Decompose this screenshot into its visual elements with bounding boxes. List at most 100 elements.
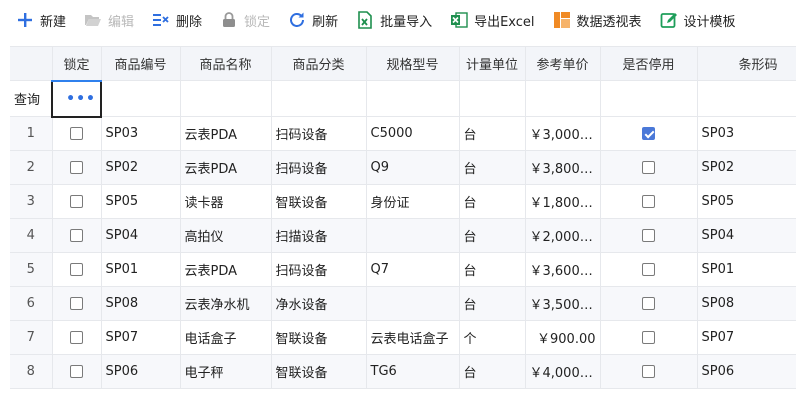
- cell-code[interactable]: SP02: [101, 150, 181, 185]
- cell-code[interactable]: SP01: [101, 252, 181, 287]
- table-row[interactable]: 8 SP06 电子秤 智联设备 TG6 台 ￥4,000.00 SP06: [10, 354, 796, 389]
- cell-price[interactable]: ￥3,600.00: [525, 252, 601, 287]
- cell-name[interactable]: 云表净水机: [180, 286, 272, 321]
- table-row[interactable]: 7 SP07 电话盒子 智联设备 云表电话盒子个 ￥900.00 SP07: [10, 320, 796, 355]
- cell-spec[interactable]: 云表电话盒子: [366, 320, 460, 355]
- disabled-checkbox-cell[interactable]: [600, 218, 698, 253]
- cell-category[interactable]: 扫描设备: [271, 218, 367, 253]
- disabled-checkbox[interactable]: [642, 195, 655, 208]
- cell-barcode[interactable]: SP06: [697, 354, 796, 389]
- disabled-checkbox[interactable]: [642, 263, 655, 276]
- cell-unit[interactable]: 台: [459, 354, 526, 389]
- more-options-icon[interactable]: •••: [66, 91, 96, 107]
- cell-barcode[interactable]: SP03: [697, 116, 796, 151]
- column-header-name[interactable]: 商品名称: [180, 46, 272, 81]
- lock-checkbox[interactable]: [70, 161, 83, 174]
- cell-barcode[interactable]: SP02: [697, 150, 796, 185]
- cell-category[interactable]: 扫码设备: [271, 116, 367, 151]
- cell-price[interactable]: ￥900.00: [525, 320, 601, 355]
- lock-checkbox[interactable]: [70, 195, 83, 208]
- lock-checkbox-cell[interactable]: [52, 286, 102, 321]
- lock-checkbox-cell[interactable]: [52, 320, 102, 355]
- cell-spec[interactable]: [366, 286, 460, 321]
- cell-price[interactable]: ￥3,500.00: [525, 286, 601, 321]
- lock-checkbox-cell[interactable]: [52, 252, 102, 287]
- disabled-checkbox[interactable]: [642, 365, 655, 378]
- cell-barcode[interactable]: SP04: [697, 218, 796, 253]
- delete-button[interactable]: 删除: [152, 11, 202, 30]
- cell-category[interactable]: 扫码设备: [271, 150, 367, 185]
- cell-price[interactable]: ￥4,000.00: [525, 354, 601, 389]
- disabled-checkbox[interactable]: [642, 331, 655, 344]
- cell-unit[interactable]: 个: [459, 320, 526, 355]
- cell-unit[interactable]: 台: [459, 116, 526, 151]
- cell-unit[interactable]: 台: [459, 286, 526, 321]
- cell-spec[interactable]: [366, 218, 460, 253]
- cell-name[interactable]: 高拍仪: [180, 218, 272, 253]
- cell-spec[interactable]: TG6: [366, 354, 460, 389]
- disabled-checkbox-cell[interactable]: [600, 354, 698, 389]
- cell-name[interactable]: 电话盒子: [180, 320, 272, 355]
- table-row[interactable]: 3 SP05 读卡器 智联设备 身份证台 ￥1,800.00 SP05: [10, 184, 796, 219]
- cell-barcode[interactable]: SP05: [697, 184, 796, 219]
- table-row[interactable]: 2 SP02 云表PDA 扫码设备 Q9 台 ￥3,800.00 SP02: [10, 150, 796, 185]
- cell-barcode[interactable]: SP08: [697, 286, 796, 321]
- cell-barcode[interactable]: SP01: [697, 252, 796, 287]
- cell-name[interactable]: 云表PDA: [180, 116, 272, 151]
- lock-button[interactable]: 锁定: [220, 11, 270, 30]
- filter-cell-name[interactable]: [180, 80, 272, 117]
- filter-cell-category[interactable]: [271, 80, 367, 117]
- edit-button[interactable]: 编辑: [84, 11, 134, 30]
- cell-code[interactable]: SP04: [101, 218, 181, 253]
- column-header-barcode[interactable]: 条形码: [697, 46, 796, 81]
- batch-import-button[interactable]: 批量导入: [356, 11, 432, 30]
- new-button[interactable]: 新建: [16, 11, 66, 30]
- lock-checkbox[interactable]: [70, 229, 83, 242]
- lock-checkbox-cell[interactable]: [52, 150, 102, 185]
- cell-category[interactable]: 智联设备: [271, 184, 367, 219]
- column-header-code[interactable]: 商品编号: [101, 46, 181, 81]
- cell-barcode[interactable]: SP07: [697, 320, 796, 355]
- cell-code[interactable]: SP05: [101, 184, 181, 219]
- disabled-checkbox-cell[interactable]: [600, 252, 698, 287]
- cell-name[interactable]: 电子秤: [180, 354, 272, 389]
- cell-name[interactable]: 云表PDA: [180, 150, 272, 185]
- lock-checkbox[interactable]: [70, 297, 83, 310]
- lock-checkbox-cell[interactable]: [52, 116, 102, 151]
- lock-checkbox[interactable]: [70, 331, 83, 344]
- cell-spec[interactable]: Q9: [366, 150, 460, 185]
- filter-cell-lock[interactable]: •••: [51, 79, 102, 118]
- cell-name[interactable]: 云表PDA: [180, 252, 272, 287]
- disabled-checkbox[interactable]: [642, 297, 655, 310]
- cell-spec[interactable]: 身份证: [366, 184, 460, 219]
- column-header-lock[interactable]: 锁定: [52, 46, 102, 82]
- filter-cell-barcode[interactable]: [697, 80, 796, 117]
- cell-category[interactable]: 扫码设备: [271, 252, 367, 287]
- disabled-checkbox[interactable]: [642, 161, 655, 174]
- lock-checkbox[interactable]: [70, 263, 83, 276]
- cell-price[interactable]: ￥2,000.00: [525, 218, 601, 253]
- table-row[interactable]: 5 SP01 云表PDA 扫码设备 Q7 台 ￥3,600.00 SP01: [10, 252, 796, 287]
- table-row[interactable]: 1 SP03 云表PDA 扫码设备 C5000 台 ￥3,000.00 SP03: [10, 116, 796, 151]
- disabled-checkbox-cell[interactable]: [600, 184, 698, 219]
- filter-cell-price[interactable]: [525, 80, 601, 117]
- filter-cell-spec[interactable]: [366, 80, 460, 117]
- cell-spec[interactable]: C5000: [366, 116, 460, 151]
- cell-price[interactable]: ￥3,800.00: [525, 150, 601, 185]
- cell-category[interactable]: 智联设备: [271, 320, 367, 355]
- lock-checkbox[interactable]: [70, 365, 83, 378]
- disabled-checkbox[interactable]: [642, 229, 655, 242]
- table-row[interactable]: 6 SP08 云表净水机 净水设备台 ￥3,500.00 SP08: [10, 286, 796, 321]
- cell-unit[interactable]: 台: [459, 184, 526, 219]
- column-header-spec[interactable]: 规格型号: [366, 46, 460, 81]
- disabled-checkbox-cell[interactable]: [600, 320, 698, 355]
- cell-price[interactable]: ￥1,800.00: [525, 184, 601, 219]
- cell-code[interactable]: SP08: [101, 286, 181, 321]
- column-header-category[interactable]: 商品分类: [271, 46, 367, 81]
- cell-code[interactable]: SP03: [101, 116, 181, 151]
- column-header-disabled[interactable]: 是否停用: [600, 46, 698, 81]
- export-excel-button[interactable]: 导出Excel: [450, 11, 535, 30]
- filter-cell-code[interactable]: [101, 80, 181, 117]
- lock-checkbox[interactable]: [70, 127, 83, 141]
- cell-code[interactable]: SP06: [101, 354, 181, 389]
